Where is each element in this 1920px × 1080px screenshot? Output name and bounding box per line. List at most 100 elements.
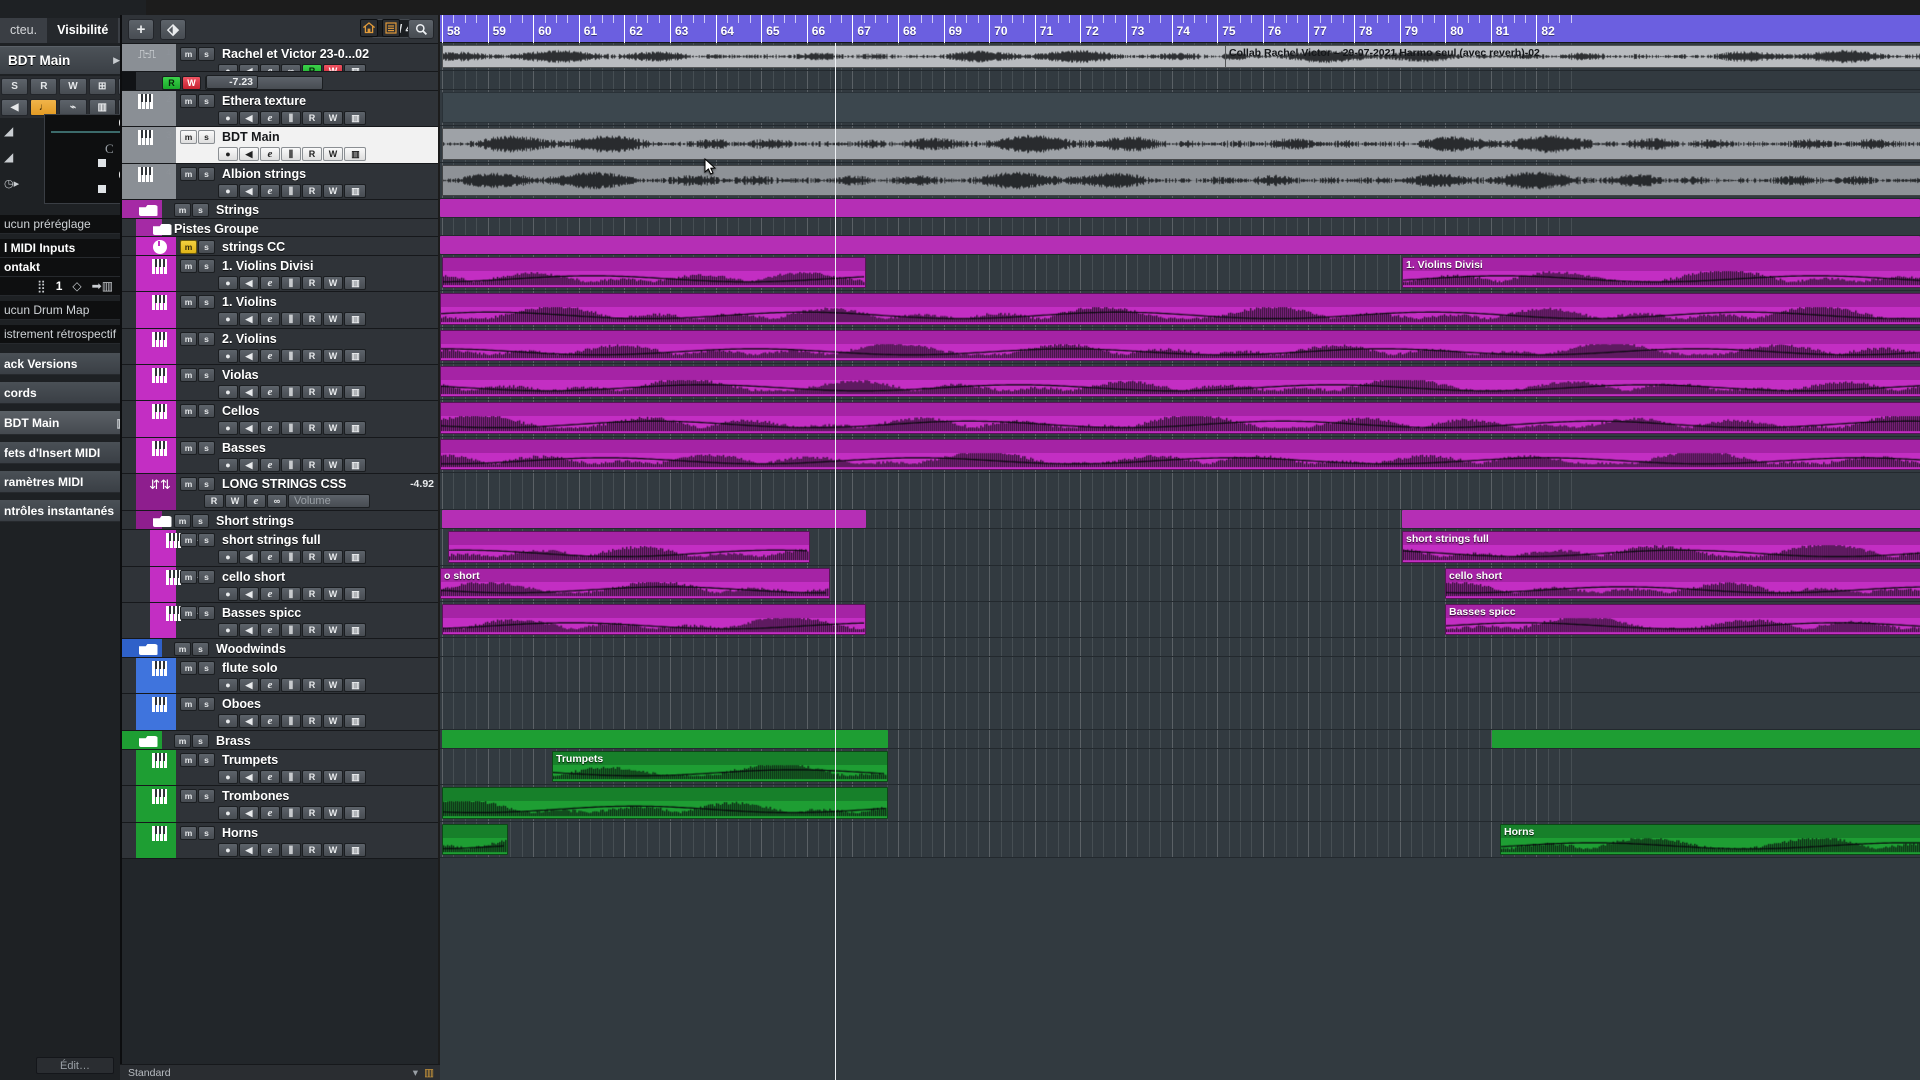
track-ins-button[interactable]: ⫼	[281, 147, 301, 161]
track-edit-button[interactable]: e	[260, 184, 280, 198]
clip-event[interactable]	[440, 293, 1920, 325]
clip-event[interactable]	[440, 236, 1920, 254]
track-lane[interactable]: Horns	[440, 822, 1920, 858]
track-row[interactable]: 6ms1. Violins Divisi●◀e⫼RW▥	[122, 256, 438, 292]
track-edit-button[interactable]: e	[260, 421, 280, 435]
ruler-bar[interactable]: 64	[715, 15, 734, 43]
track-read-button[interactable]: R	[302, 806, 322, 820]
track-ins-button[interactable]: ⫼	[281, 770, 301, 784]
solo-button[interactable]: s	[198, 570, 215, 584]
track-mon-button[interactable]: ◀	[239, 312, 259, 326]
mute-button[interactable]: m	[180, 404, 197, 418]
track-lane[interactable]: Basses spicc	[440, 602, 1920, 638]
track-lanes-button[interactable]: ▥	[344, 349, 366, 363]
track-lanes-button[interactable]: ▥	[344, 312, 366, 326]
track-write-button[interactable]: W	[323, 111, 343, 125]
track-lanes-button[interactable]: ▥	[344, 385, 366, 399]
mute-button[interactable]: m	[180, 47, 197, 61]
mute-button[interactable]: m	[180, 477, 197, 491]
clip-event[interactable]	[442, 730, 888, 748]
clip-event[interactable]	[442, 128, 1920, 160]
solo-button[interactable]: s	[198, 606, 215, 620]
track-edit-button[interactable]: e	[260, 623, 280, 637]
track-name[interactable]: cello short	[222, 570, 285, 584]
track-write-button[interactable]: W	[323, 421, 343, 435]
ruler-bar[interactable]: 71	[1034, 15, 1053, 43]
track-read-button[interactable]: R	[302, 587, 322, 601]
track-name[interactable]: Basses spicc	[222, 606, 301, 620]
track-read-button[interactable]: R	[302, 458, 322, 472]
track-ins-button[interactable]: ⫼	[281, 714, 301, 728]
automation-value[interactable]: -7.23	[206, 75, 258, 89]
track-ins-button[interactable]: ⫼	[281, 458, 301, 472]
solo-button[interactable]: s	[192, 734, 209, 748]
track-edit-button[interactable]: e	[260, 458, 280, 472]
track-write-button[interactable]: W	[323, 385, 343, 399]
track-row[interactable]: 14mscello short●◀e⫼RW▥	[122, 567, 438, 603]
track-row[interactable]: 10msCellos●◀e⫼RW▥	[122, 401, 438, 438]
mute-button[interactable]: m	[180, 826, 197, 840]
list-icon[interactable]	[382, 19, 400, 37]
track-read-button[interactable]: R	[204, 494, 224, 508]
track-name[interactable]: Violas	[222, 368, 259, 382]
solo-button[interactable]: s	[198, 441, 215, 455]
track-read-button[interactable]: R	[302, 385, 322, 399]
track-rec-dot-button[interactable]: ●	[218, 312, 238, 326]
clip-event[interactable]	[442, 257, 866, 288]
track-preset-button[interactable]: ⬗	[160, 18, 186, 40]
inspector-lanes-icon[interactable]: ⊞	[88, 78, 116, 95]
mute-button[interactable]: m	[180, 606, 197, 620]
track-mon-button[interactable]: ◀	[239, 843, 259, 857]
track-lane[interactable]	[440, 364, 1920, 400]
pan-slider-handle[interactable]	[98, 159, 106, 167]
track-read-button[interactable]: R	[302, 770, 322, 784]
track-ins-button[interactable]: ⫼	[281, 678, 301, 692]
track-lane[interactable]	[440, 199, 1920, 218]
track-row[interactable]: 17msOboes●◀e⫼RW▥	[122, 694, 438, 731]
track-write-button[interactable]: W	[323, 184, 343, 198]
track-rec-dot-button[interactable]: ●	[218, 276, 238, 290]
track-name[interactable]: Short strings	[216, 514, 294, 528]
search-icon[interactable]	[408, 19, 434, 39]
mute-button[interactable]: m	[180, 533, 197, 547]
track-rec-dot-button[interactable]: ●	[218, 111, 238, 125]
track-lane[interactable]	[440, 510, 1920, 529]
clip-event[interactable]: cello short	[1445, 568, 1920, 599]
ruler-bar[interactable]: 70	[989, 15, 1008, 43]
track-name[interactable]: Ethera texture	[222, 94, 306, 108]
track-row[interactable]: ⇵⇅ m s LONG STRINGS CSS -4.92 R We ∞ Volume	[122, 474, 438, 511]
track-name[interactable]: Brass	[216, 734, 251, 748]
track-write-button[interactable]: W	[323, 312, 343, 326]
track-row[interactable]: 3 m s BDT Main ● ◀ e ⫼ R W ▥	[122, 127, 438, 164]
track-read-button[interactable]: R	[302, 147, 322, 161]
ruler-bar[interactable]: 62	[624, 15, 643, 43]
solo-button[interactable]: s	[198, 753, 215, 767]
ruler-bar[interactable]: 80	[1445, 15, 1464, 43]
track-row[interactable]: 9msViolas●◀e⫼RW▥	[122, 365, 438, 401]
track-rec-dot-button[interactable]: ●	[218, 623, 238, 637]
track-lane[interactable]	[440, 90, 1920, 126]
track-name[interactable]: Cellos	[222, 404, 260, 418]
track-mon-button[interactable]: ◀	[239, 587, 259, 601]
track-lanes-button[interactable]: ▥	[344, 550, 366, 564]
track-mon-button[interactable]: ◀	[239, 349, 259, 363]
track-lanes-button[interactable]: ▥	[344, 184, 366, 198]
track-rec-dot-button[interactable]: ●	[218, 587, 238, 601]
clip-event[interactable]	[440, 402, 1920, 434]
track-rec-dot-button[interactable]: ●	[218, 843, 238, 857]
track-row[interactable]: 18msTrumpets●◀e⫼RW▥	[122, 750, 438, 786]
mute-button[interactable]: m	[180, 94, 197, 108]
ruler-bar[interactable]: 66	[806, 15, 825, 43]
track-ins-button[interactable]: ⫼	[281, 111, 301, 125]
track-mon-button[interactable]: ◀	[239, 184, 259, 198]
mute-button[interactable]: m	[180, 130, 197, 144]
track-edit-button[interactable]: e	[260, 385, 280, 399]
track-lane[interactable]	[440, 400, 1920, 437]
track-mon-button[interactable]: ◀	[239, 678, 259, 692]
track-write-button[interactable]: W	[225, 494, 245, 508]
track-lane[interactable]	[440, 785, 1920, 822]
clip-event[interactable]	[442, 510, 866, 528]
track-mon-button[interactable]: ◀	[239, 623, 259, 637]
track-mon-button[interactable]: ◀	[239, 806, 259, 820]
track-lane[interactable]: short strings full	[440, 529, 1920, 566]
